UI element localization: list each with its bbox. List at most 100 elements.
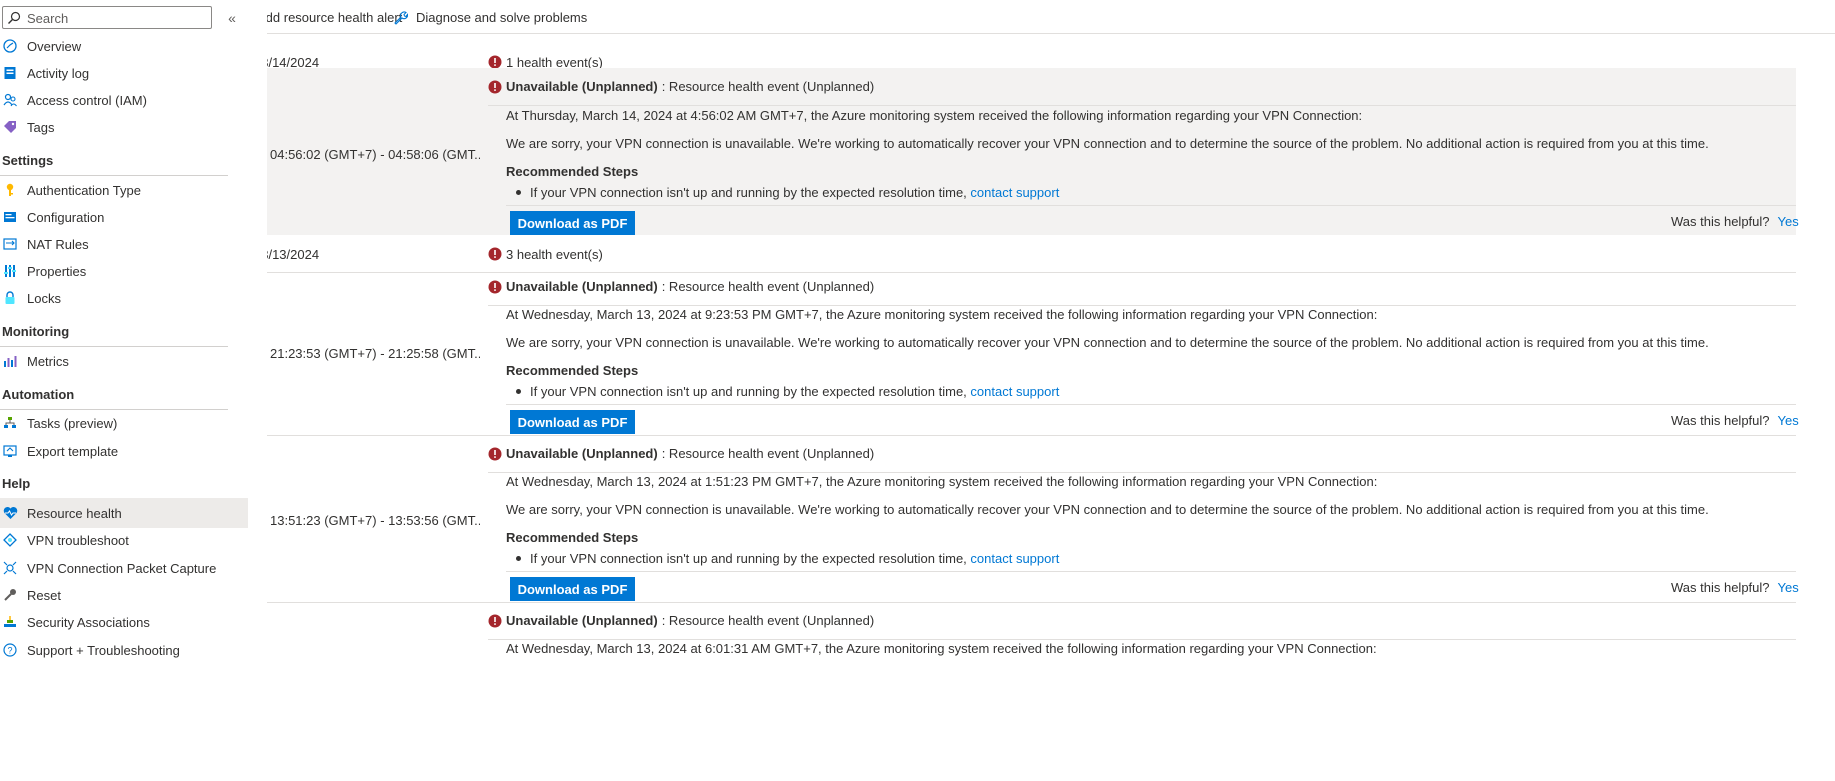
diagnose-label: Diagnose and solve problems <box>416 9 588 25</box>
key-icon <box>1 181 19 199</box>
recommended-steps-title: Recommended Steps <box>506 363 639 378</box>
error-icon <box>488 614 502 627</box>
nav-group-settings: Settings <box>0 146 228 176</box>
event-time-range: 13:51:23 (GMT+7) - 13:53:56 (GMT... <box>270 513 480 528</box>
nav-item-label: Locks <box>27 290 61 306</box>
search-input[interactable] <box>27 9 207 27</box>
nav-item-vpn-troubleshoot[interactable]: VPN troubleshoot <box>0 525 248 555</box>
add-alert-button[interactable]: Add resource health alert <box>267 7 402 27</box>
error-icon <box>488 280 502 293</box>
troubleshoot-icon <box>1 531 19 549</box>
contact-support-link[interactable]: contact support <box>970 384 1059 399</box>
nav-item-label: VPN troubleshoot <box>27 532 129 548</box>
contact-support-link[interactable]: contact support <box>970 551 1059 566</box>
nav-item-label: Metrics <box>27 353 69 369</box>
day-event-count: 3 health event(s) <box>506 247 603 262</box>
helpful-yes-link[interactable]: Yes <box>1778 413 1799 428</box>
health-event: 04:56:02 (GMT+7) - 04:58:06 (GMT... Unav… <box>267 68 1799 236</box>
nav-item-configuration[interactable]: Configuration <box>0 202 248 232</box>
command-bar: Add resource health alert Diagnose and s… <box>267 0 1835 34</box>
resource-health-pane: Add resource health alert Diagnose and s… <box>267 0 1835 781</box>
recommended-steps-title: Recommended Steps <box>506 530 639 545</box>
nav-group-monitoring: Monitoring <box>0 317 228 347</box>
download-pdf-button[interactable]: Download as PDF <box>510 410 635 434</box>
lock-icon <box>1 289 19 307</box>
download-pdf-button[interactable]: Download as PDF <box>510 211 635 235</box>
nav-item-support[interactable]: ? Support + Troubleshooting <box>0 635 248 665</box>
event-message: We are sorry, your VPN connection is una… <box>506 502 1709 517</box>
helpful-prompt: Was this helpful? Yes <box>1671 413 1799 428</box>
resource-menu: « Overview Activity log Access control (… <box>0 0 248 781</box>
nav-group-automation: Automation <box>0 380 228 410</box>
event-kind: : Resource health event (Unplanned) <box>661 79 875 94</box>
event-header: Unavailable (Unplanned) : Resource healt… <box>488 76 1796 106</box>
health-event: Unavailable (Unplanned) : Resource healt… <box>267 602 1796 781</box>
tasks-icon <box>1 414 19 432</box>
nav-item-activity-log[interactable]: Activity log <box>0 58 248 88</box>
step-text: If your VPN connection isn't up and runn… <box>530 551 967 566</box>
security-associations-icon <box>1 613 19 631</box>
search-row: « <box>0 4 248 30</box>
step-text: If your VPN connection isn't up and runn… <box>530 185 967 200</box>
event-kind: : Resource health event (Unplanned) <box>661 613 875 628</box>
error-icon <box>488 447 502 460</box>
divider <box>506 404 1796 405</box>
step-text: If your VPN connection isn't up and runn… <box>530 384 967 399</box>
metrics-icon <box>1 352 19 370</box>
nav-item-iam[interactable]: Access control (IAM) <box>0 85 248 115</box>
event-timestamp-text: At Wednesday, March 13, 2024 at 9:23:53 … <box>506 307 1378 322</box>
nav-item-label: Authentication Type <box>27 182 141 198</box>
search-icon <box>8 11 21 24</box>
nav-item-label: Access control (IAM) <box>27 92 147 108</box>
helpful-prompt: Was this helpful? Yes <box>1671 580 1799 595</box>
helpful-label: Was this helpful? <box>1671 214 1770 229</box>
overview-icon <box>1 37 19 55</box>
nav-item-packet-capture[interactable]: VPN Connection Packet Capture <box>0 553 248 583</box>
nav-item-export-template[interactable]: Export template <box>0 436 248 466</box>
helpful-yes-link[interactable]: Yes <box>1778 580 1799 595</box>
nav-item-security-associations[interactable]: Security Associations <box>0 607 248 637</box>
nav-item-reset[interactable]: Reset <box>0 580 248 610</box>
diagnose-button[interactable]: Diagnose and solve problems <box>393 7 587 27</box>
nav-item-overview[interactable]: Overview <box>0 31 248 61</box>
nav-item-resource-health[interactable]: Resource health <box>0 498 248 528</box>
nav-item-label: Resource health <box>27 505 122 521</box>
recommended-step: If your VPN connection isn't up and runn… <box>516 384 1059 399</box>
properties-icon <box>1 262 19 280</box>
event-status: Unavailable (Unplanned) <box>506 446 658 461</box>
nat-rules-icon <box>1 235 19 253</box>
event-message: We are sorry, your VPN connection is una… <box>506 335 1709 350</box>
contact-support-link[interactable]: contact support <box>970 185 1059 200</box>
wrench-icon <box>394 10 408 25</box>
nav-item-label: Tags <box>27 119 55 135</box>
nav-item-tags[interactable]: Tags <box>0 112 248 142</box>
tag-icon <box>1 118 19 136</box>
event-timestamp-text: At Wednesday, March 13, 2024 at 6:01:31 … <box>506 641 1377 656</box>
event-timestamp-text: At Thursday, March 14, 2024 at 4:56:02 A… <box>506 108 1363 123</box>
helpful-yes-link[interactable]: Yes <box>1778 214 1799 229</box>
nav-item-label: Support + Troubleshooting <box>27 642 180 658</box>
nav-item-label: NAT Rules <box>27 236 89 252</box>
nav-item-metrics[interactable]: Metrics <box>0 346 248 376</box>
search-box[interactable] <box>2 6 212 29</box>
activity-log-icon <box>1 64 19 82</box>
event-time-range: 21:23:53 (GMT+7) - 21:25:58 (GMT... <box>270 346 480 361</box>
error-icon <box>488 247 502 261</box>
svg-text:?: ? <box>7 646 12 656</box>
helpful-prompt: Was this helpful? Yes <box>1671 214 1799 229</box>
day-date: 03/13/2024 <box>267 247 320 262</box>
event-status: Unavailable (Unplanned) <box>506 79 658 94</box>
helpful-label: Was this helpful? <box>1671 580 1770 595</box>
nav-item-properties[interactable]: Properties <box>0 256 248 286</box>
heart-icon <box>1 504 19 522</box>
nav-item-locks[interactable]: Locks <box>0 283 248 313</box>
nav-item-tasks[interactable]: Tasks (preview) <box>0 408 248 438</box>
collapse-menu-button[interactable]: « <box>224 10 240 26</box>
export-template-icon <box>1 442 19 460</box>
download-pdf-button[interactable]: Download as PDF <box>510 577 635 601</box>
iam-icon <box>1 91 19 109</box>
recommended-step: If your VPN connection isn't up and runn… <box>516 551 1059 566</box>
event-timestamp-text: At Wednesday, March 13, 2024 at 1:51:23 … <box>506 474 1378 489</box>
nav-item-nat-rules[interactable]: NAT Rules <box>0 229 248 259</box>
nav-item-authentication-type[interactable]: Authentication Type <box>0 175 248 205</box>
